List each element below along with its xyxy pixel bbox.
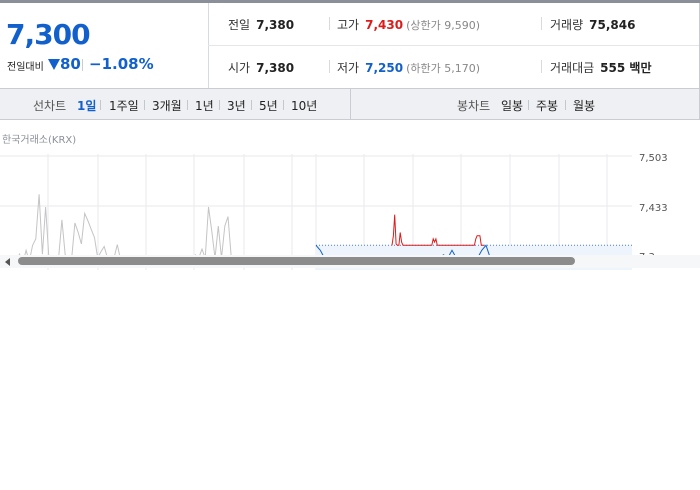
low-stat: 저가 7,250 (하한가 5,170) <box>337 59 480 76</box>
intraday-line-chart[interactable]: 7,5037,4337,3__ <box>0 120 700 270</box>
high-stat: 고가 7,430 (상한가 9,590) <box>337 16 480 33</box>
candle-chart-label: 봉차트 <box>457 99 491 113</box>
candle-tab-daily[interactable]: 일봉 <box>501 97 523 114</box>
period-tab-1w[interactable]: 1주일 <box>109 97 139 114</box>
divider <box>528 100 529 110</box>
divider <box>565 100 566 110</box>
period-tab-3m[interactable]: 3개월 <box>152 97 182 114</box>
stats-row-divider <box>208 45 699 46</box>
prev-close-value: 7,380 <box>256 18 295 32</box>
change-amount: 80 <box>60 55 81 73</box>
open-label: 시가 <box>228 61 251 75</box>
chart-period-toolbar: 선차트 1일 1주일 3개월 1년 3년 5년 10년 봉차트 일봉 주봉 월봉 <box>0 89 700 120</box>
candle-tab-monthly[interactable]: 월봉 <box>573 97 595 114</box>
period-tab-3y[interactable]: 3년 <box>227 97 246 114</box>
change-percent: −1.08% <box>89 55 154 73</box>
down-arrow-icon <box>48 59 60 70</box>
scrollbar-thumb[interactable] <box>18 257 575 265</box>
upper-limit: (상한가 9,590) <box>406 19 480 32</box>
high-value: 7,430 <box>365 18 404 32</box>
period-tab-1d[interactable]: 1일 <box>77 97 96 114</box>
y-tick-label: 7,503 <box>639 153 668 164</box>
lower-limit: (하한가 5,170) <box>406 62 480 75</box>
amount-value: 555 백만 <box>600 61 652 75</box>
change-label: 전일대비 <box>7 62 44 73</box>
prev-close-label: 전일 <box>228 18 251 32</box>
divider <box>144 100 145 110</box>
price-chart-area: 한국거래소(KRX) 7,5037,4337,3__ <box>0 120 700 270</box>
prev-close-stat: 전일 7,380 <box>228 16 294 33</box>
divider <box>541 60 542 73</box>
current-price-area: 7,300 전일대비 80 −1.08% <box>0 3 209 88</box>
divider <box>251 100 252 110</box>
line-chart-periods: 선차트 1일 1주일 3개월 1년 3년 5년 10년 <box>0 89 351 119</box>
scroll-left-arrow-icon[interactable] <box>5 258 10 266</box>
y-tick-label: 7,433 <box>639 203 668 214</box>
volume-value: 75,846 <box>589 18 636 32</box>
amount-stat: 거래대금 555 백만 <box>550 59 651 76</box>
open-value: 7,380 <box>256 61 295 75</box>
high-label: 고가 <box>337 18 360 32</box>
divider <box>329 60 330 73</box>
volume-stat: 거래량 75,846 <box>550 16 635 33</box>
volume-label: 거래량 <box>550 18 584 32</box>
price-series-red <box>391 214 484 246</box>
period-tab-5y[interactable]: 5년 <box>259 97 278 114</box>
divider <box>219 100 220 110</box>
amount-label: 거래대금 <box>550 61 595 75</box>
low-value: 7,250 <box>365 61 404 75</box>
quote-summary-panel: 7,300 전일대비 80 −1.08% 전일 7,380 고가 7,430 (상한가… <box>0 3 700 89</box>
open-stat: 시가 7,380 <box>228 59 294 76</box>
low-label: 저가 <box>337 61 360 75</box>
period-tab-10y[interactable]: 10년 <box>291 97 317 114</box>
divider <box>283 100 284 110</box>
period-tab-1y[interactable]: 1년 <box>195 97 214 114</box>
candle-tab-weekly[interactable]: 주봉 <box>536 97 558 114</box>
divider <box>100 100 101 110</box>
current-price: 7,300 <box>6 18 91 51</box>
divider <box>541 17 542 30</box>
divider <box>82 59 83 71</box>
line-chart-label: 선차트 <box>33 99 67 113</box>
divider <box>187 100 188 110</box>
divider <box>329 17 330 30</box>
